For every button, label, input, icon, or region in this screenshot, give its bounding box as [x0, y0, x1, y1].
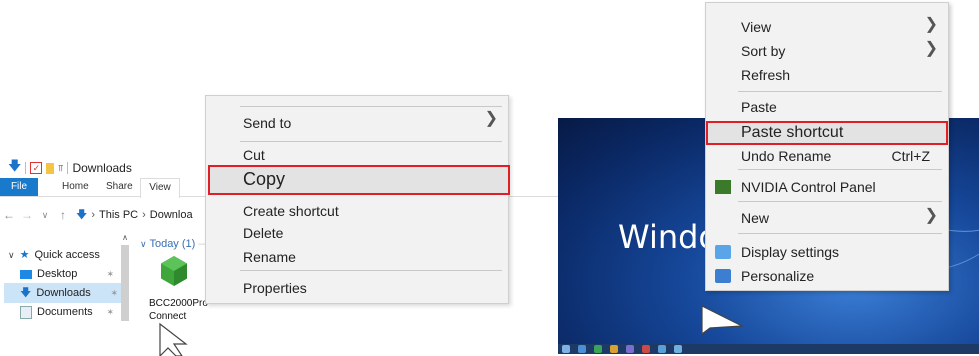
title-bar: 🡇 ✓ ⫪ Downloads	[8, 157, 132, 179]
nav-item-label: Downloads	[36, 287, 91, 299]
menu-item-paste-shortcut[interactable]: Paste shortcut	[741, 123, 843, 143]
documents-icon	[20, 305, 32, 319]
chevron-right-icon: ❯	[484, 110, 498, 127]
mouse-pointer-icon	[701, 305, 745, 336]
menu-item-copy[interactable]: Copy	[243, 169, 285, 189]
nav-item-label: Quick access	[34, 249, 100, 261]
taskbar	[558, 344, 979, 354]
taskbar-app-icon[interactable]	[626, 345, 634, 353]
menu-separator	[738, 201, 942, 202]
menu-item-view[interactable]: View	[741, 17, 771, 37]
separator	[25, 162, 27, 174]
menu-item-refresh[interactable]: Refresh	[741, 65, 790, 85]
forward-arrow-icon[interactable]: →	[18, 208, 36, 222]
file-name-label[interactable]: BCC2000Pro Connect	[149, 297, 209, 323]
checkbox-icon[interactable]: ✓	[30, 162, 43, 174]
breadcrumb-this-pc[interactable]: This PC	[99, 204, 138, 226]
menu-separator	[738, 169, 942, 170]
nav-item-label: Desktop	[37, 268, 78, 280]
menu-separator	[240, 141, 502, 142]
menu-separator	[240, 270, 502, 271]
taskbar-app-icon[interactable]	[674, 345, 682, 353]
separator	[67, 162, 69, 174]
nav-item-quick-access[interactable]: ∨ ★ Quick access	[8, 245, 100, 265]
group-header[interactable]: ∨ Today (1) —	[140, 238, 209, 250]
navigation-pane: ∨ ★ Quick access Desktop ✶ 🡇 Downloads ✶…	[0, 240, 132, 354]
chevron-right-icon: ❯	[924, 16, 938, 33]
menu-separator	[738, 233, 942, 234]
app-file-icon[interactable]	[158, 255, 190, 287]
pin-icon[interactable]: ✶	[106, 302, 118, 322]
up-arrow-icon[interactable]: ↑	[54, 208, 72, 222]
group-header-label: Today (1)	[149, 238, 196, 250]
taskbar-app-icon[interactable]	[658, 345, 666, 353]
desktop-icon	[20, 269, 32, 279]
nav-item-documents[interactable]: Documents ✶	[20, 302, 118, 322]
personalize-icon	[715, 269, 731, 283]
tab-file[interactable]: File	[0, 178, 38, 196]
mouse-pointer-icon	[159, 322, 188, 356]
breadcrumb-downloads[interactable]: Downloa	[150, 204, 193, 226]
menu-item-sort-by[interactable]: Sort by	[741, 41, 785, 61]
nav-item-label: Documents	[37, 306, 93, 318]
menu-item-create-shortcut[interactable]: Create shortcut	[243, 201, 339, 221]
back-arrow-icon[interactable]: ←	[0, 208, 18, 222]
recent-dropdown-icon[interactable]: ∨	[36, 210, 54, 221]
chevron-down-icon[interactable]: ∨	[8, 245, 15, 265]
tab-view[interactable]: View	[140, 178, 180, 198]
taskbar-app-icon[interactable]	[578, 345, 586, 353]
taskbar-app-icon[interactable]	[594, 345, 602, 353]
download-arrow-icon[interactable]: 🡇	[8, 157, 21, 179]
tab-share[interactable]: Share	[106, 178, 133, 196]
undo-shortcut-label: Ctrl+Z	[891, 148, 931, 164]
nav-scrollbar[interactable]: ∧	[119, 233, 131, 333]
taskbar-app-icon[interactable]	[610, 345, 618, 353]
window-title: Downloads	[72, 161, 132, 175]
menu-item-personalize[interactable]: Personalize	[741, 266, 814, 286]
tab-home[interactable]: Home	[62, 178, 89, 196]
scroll-up-icon[interactable]: ∧	[119, 233, 131, 243]
menu-separator	[738, 91, 942, 92]
qat-dropdown-icon[interactable]: ⫪	[58, 163, 63, 174]
download-arrow-icon: 🡇	[76, 209, 88, 221]
menu-item-paste[interactable]: Paste	[741, 97, 777, 117]
menu-item-delete[interactable]: Delete	[243, 223, 283, 243]
menu-separator	[240, 106, 502, 107]
menu-item-display-settings[interactable]: Display settings	[741, 242, 839, 262]
menu-item-cut[interactable]: Cut	[243, 145, 265, 165]
breadcrumb-chevron-icon: ›	[142, 209, 146, 221]
menu-item-send-to[interactable]: Send to	[243, 113, 291, 133]
folder-icon[interactable]	[46, 162, 55, 174]
taskbar-app-icon[interactable]	[642, 345, 650, 353]
chevron-right-icon: ❯	[924, 207, 938, 224]
nvidia-icon	[715, 180, 731, 194]
scroll-thumb[interactable]	[121, 245, 129, 321]
nav-item-downloads[interactable]: 🡇 Downloads ✶	[4, 283, 122, 303]
chevron-right-icon: ❯	[924, 40, 938, 57]
breadcrumb-chevron-icon: ›	[91, 209, 95, 221]
chevron-down-icon: ∨	[140, 239, 147, 249]
menu-item-nvidia-control-panel[interactable]: NVIDIA Control Panel	[741, 177, 876, 197]
address-bar[interactable]: 🡇 › This PC › Downloa	[76, 204, 193, 226]
menu-item-undo-rename[interactable]: Undo Rename	[741, 146, 831, 166]
start-icon[interactable]	[562, 345, 570, 353]
download-arrow-icon: 🡇	[20, 287, 32, 299]
explorer-context-menu: Send to ❯ Cut Copy Create shortcut Delet…	[205, 95, 510, 304]
menu-item-properties[interactable]: Properties	[243, 278, 307, 298]
menu-item-new[interactable]: New	[741, 208, 769, 228]
menu-item-rename[interactable]: Rename	[243, 247, 296, 267]
star-icon: ★	[19, 249, 30, 261]
pin-icon[interactable]: ✶	[106, 264, 118, 284]
desktop-context-menu: View ❯ Sort by ❯ Refresh Paste Paste sho…	[705, 2, 949, 291]
display-settings-icon	[715, 245, 731, 259]
nav-item-desktop[interactable]: Desktop ✶	[20, 264, 118, 284]
